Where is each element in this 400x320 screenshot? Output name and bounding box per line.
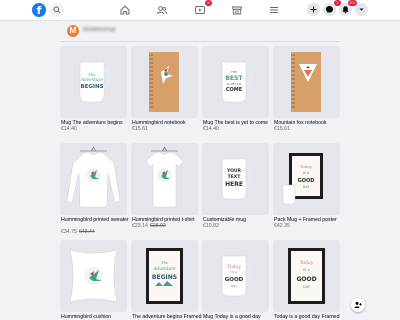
facebook-logo[interactable]: f <box>32 3 46 17</box>
account-button[interactable] <box>355 3 368 16</box>
messenger-icon <box>326 6 333 13</box>
product-name[interactable]: Hummingbird printed sweater <box>61 217 129 223</box>
product-price: €14.40 <box>61 126 77 132</box>
notebook-image <box>149 52 179 112</box>
product-image[interactable] <box>131 46 198 118</box>
svg-text:Today: Today <box>300 260 314 266</box>
watch-badge: 9 <box>205 0 212 6</box>
svg-text:IS YET TO: IS YET TO <box>227 82 242 86</box>
svg-text:DAY: DAY <box>303 285 311 289</box>
chevron-down-icon <box>359 8 364 11</box>
svg-text:THE: THE <box>230 70 237 74</box>
svg-text:COME: COME <box>226 87 243 93</box>
svg-text:DAY: DAY <box>231 284 237 288</box>
svg-text:BEGINS: BEGINS <box>152 274 177 281</box>
svg-text:GOOD: GOOD <box>296 276 316 283</box>
friends-icon <box>157 6 168 15</box>
svg-text:Adventure: Adventure <box>80 77 104 82</box>
product-price: €23.14 €28.92 <box>132 223 166 229</box>
svg-text:HERE: HERE <box>225 181 243 188</box>
svg-text:YOUR: YOUR <box>226 168 242 174</box>
product-image[interactable]: THE BEST IS YET TO COME <box>202 46 269 118</box>
nav-marketplace[interactable] <box>230 3 244 17</box>
svg-text:The: The <box>161 261 168 265</box>
product-image[interactable]: YOUR TEXT HERE <box>202 143 269 215</box>
cushion-image <box>69 249 118 303</box>
home-icon <box>120 5 130 15</box>
product-image[interactable] <box>131 143 198 215</box>
notebook-image <box>291 52 321 112</box>
product-image[interactable]: The Adventure BEGINS <box>60 46 127 118</box>
product-price: €34.75 €43.44 <box>61 229 95 235</box>
product-price: €15.61 <box>274 126 290 132</box>
messenger-button[interactable]: 1 <box>323 0 341 16</box>
page-avatar[interactable]: M <box>67 25 79 37</box>
plus-icon <box>310 6 317 13</box>
svg-text:Today: Today <box>300 164 313 169</box>
svg-text:GOOD: GOOD <box>225 277 244 283</box>
product-name[interactable]: Mug Today is a good day <box>203 314 261 320</box>
product-image[interactable] <box>60 143 127 215</box>
mug-image: YOUR TEXT HERE <box>221 158 253 200</box>
divider <box>60 41 340 42</box>
product-old-price: €28.92 <box>149 223 166 229</box>
mug-image: The Adventure BEGINS <box>79 61 111 103</box>
sweater-image <box>66 146 121 208</box>
marketplace-icon <box>231 6 243 15</box>
svg-text:Adventure: Adventure <box>152 266 176 271</box>
svg-text:GOOD: GOOD <box>298 178 315 184</box>
product-image[interactable]: Today IS A GOOD DAY <box>273 240 340 312</box>
nav-home[interactable] <box>118 3 132 17</box>
mug-image: Today IS A GOOD DAY <box>221 255 253 297</box>
create-button[interactable] <box>307 3 320 16</box>
svg-text:DAY: DAY <box>303 185 310 189</box>
nav-watch[interactable]: 9 <box>193 0 212 17</box>
poster-image: The Adventure BEGINS <box>146 248 183 304</box>
product-price: €42.35 <box>274 223 290 229</box>
product-price: €14.40 <box>203 126 219 132</box>
bell-icon <box>342 6 349 14</box>
svg-text:IS A: IS A <box>303 171 310 175</box>
new-message-button[interactable] <box>351 298 365 312</box>
poster-image: Today IS A GOOD DAY <box>282 153 323 205</box>
product-price: €10.82 <box>203 223 219 229</box>
svg-text:TEXT: TEXT <box>228 174 242 180</box>
product-image[interactable]: Today IS A GOOD DAY <box>273 143 340 215</box>
product-name[interactable]: The adventure begins Framed <box>132 314 202 320</box>
poster-image: Today IS A GOOD DAY <box>288 248 325 304</box>
svg-text:BEGINS: BEGINS <box>80 84 103 90</box>
svg-text:IS A: IS A <box>231 270 238 274</box>
product-price: €15.61 <box>132 126 148 132</box>
notifications-button[interactable]: 20+ <box>339 0 357 16</box>
product-image[interactable]: The Adventure BEGINS <box>131 240 198 312</box>
nav-menu[interactable] <box>267 3 281 17</box>
tshirt-image <box>145 146 184 208</box>
svg-text:IS A: IS A <box>303 268 310 272</box>
add-person-icon <box>354 301 362 308</box>
product-name[interactable]: Today is a good day Framed <box>274 314 339 320</box>
page-name[interactable]: Modeloshop <box>83 27 116 33</box>
product-name[interactable]: Hummingbird cushion <box>61 314 111 320</box>
top-navigation-bar: f 9 1 20+ <box>0 0 400 21</box>
product-image[interactable] <box>273 46 340 118</box>
svg-text:BEST: BEST <box>225 75 243 82</box>
mug-image: THE BEST IS YET TO COME <box>221 61 253 103</box>
hamburger-menu-icon <box>270 7 278 13</box>
product-image[interactable]: Today IS A GOOD DAY <box>202 240 269 312</box>
product-old-price: €43.44 <box>78 229 95 235</box>
nav-friends[interactable] <box>155 3 169 17</box>
search-icon <box>53 6 61 14</box>
search-button[interactable] <box>50 3 64 17</box>
product-image[interactable] <box>60 240 127 312</box>
page-header: M Modeloshop <box>60 21 340 41</box>
